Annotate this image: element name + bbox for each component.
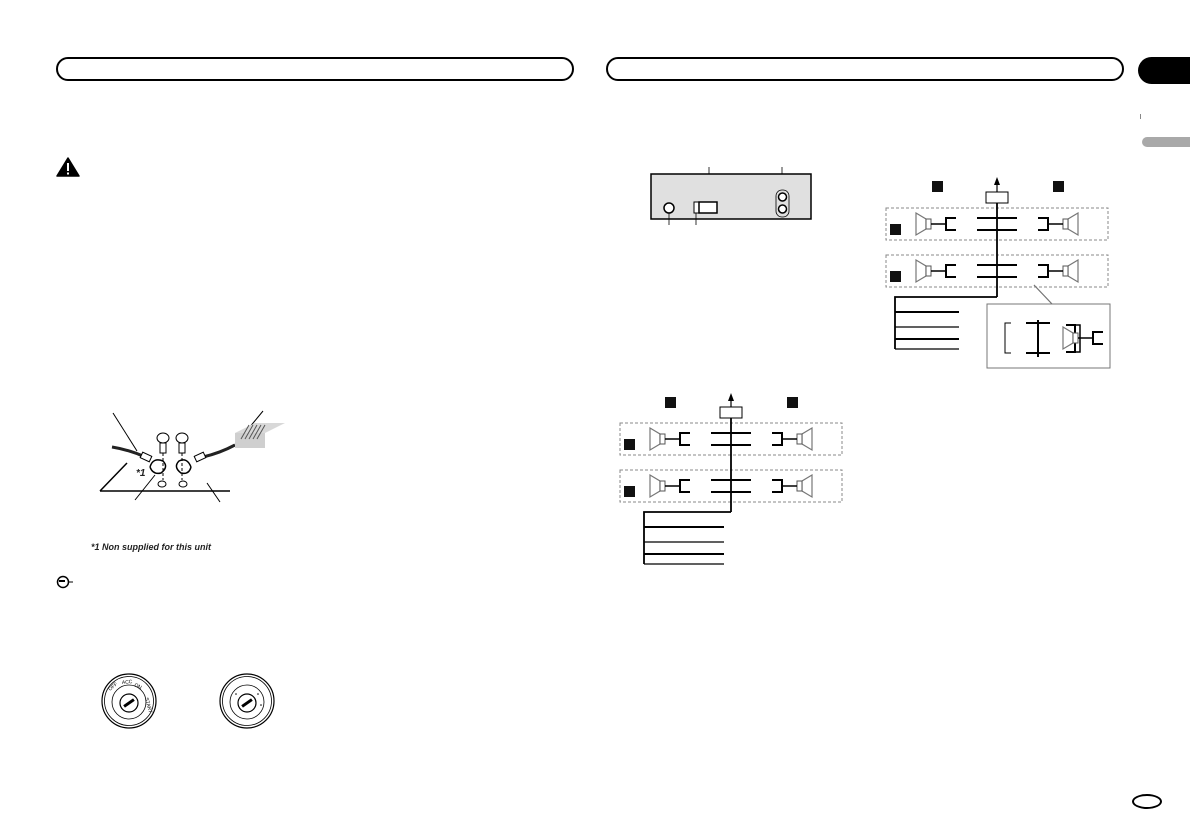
marker-square (890, 224, 901, 235)
leader-line (206, 482, 221, 503)
ring-terminal-right (175, 459, 192, 475)
trunk-wire (894, 296, 997, 349)
ring-terminal-left (149, 459, 167, 475)
inset-callout-line (1033, 284, 1053, 305)
marker-square (1053, 181, 1064, 192)
ground-connection-diagram: *1 (99, 410, 285, 503)
head-unit-box (719, 406, 743, 419)
arrow-up-icon (994, 177, 1000, 185)
margin-tick (1140, 114, 1141, 119)
marker-square (665, 397, 676, 408)
footnote-text: *1 Non supplied for this unit (91, 542, 211, 552)
ignition-switch-without-acc (219, 673, 275, 729)
left-page-header (56, 57, 574, 81)
section-number-tab (1138, 57, 1190, 84)
leader-line (112, 412, 138, 452)
speaker-wiring-diagram-subwoofer (885, 177, 1111, 369)
speaker-icon (915, 258, 956, 284)
head-unit-rear-panel (650, 167, 812, 225)
speaker-icon (649, 473, 690, 499)
speaker-icon (772, 473, 813, 499)
arrow-up-icon (728, 393, 734, 401)
language-tab (1142, 137, 1190, 147)
antenna-jack (663, 202, 675, 214)
inset-callout-line (1033, 284, 1110, 305)
page-number-badge (1132, 794, 1162, 809)
speaker-wiring-diagram-standard (619, 393, 843, 565)
ignition-switch-with-acc: OFF ACC ON START (101, 673, 157, 729)
marker-square (932, 181, 943, 192)
speaker-icon (915, 211, 956, 237)
footnote-marker: *1 (136, 468, 146, 479)
warning-triangle-icon (56, 157, 80, 177)
switch-label-acc: ACC (122, 679, 133, 686)
marker-square (624, 486, 635, 497)
ground-cable-right (202, 443, 236, 459)
important-hand-icon (56, 575, 73, 589)
speaker-icon (772, 426, 813, 452)
right-page-header (606, 57, 1124, 81)
marker-square (890, 271, 901, 282)
ground-cable-left (111, 445, 146, 459)
speaker-icon (1038, 211, 1079, 237)
trunk-wire (643, 511, 731, 564)
amplifier-block (235, 423, 285, 448)
marker-square (787, 397, 798, 408)
speaker-icon (1038, 258, 1079, 284)
power-connector (698, 201, 718, 214)
marker-square (624, 439, 635, 450)
speaker-icon (649, 426, 690, 452)
head-unit-box (985, 191, 1009, 204)
